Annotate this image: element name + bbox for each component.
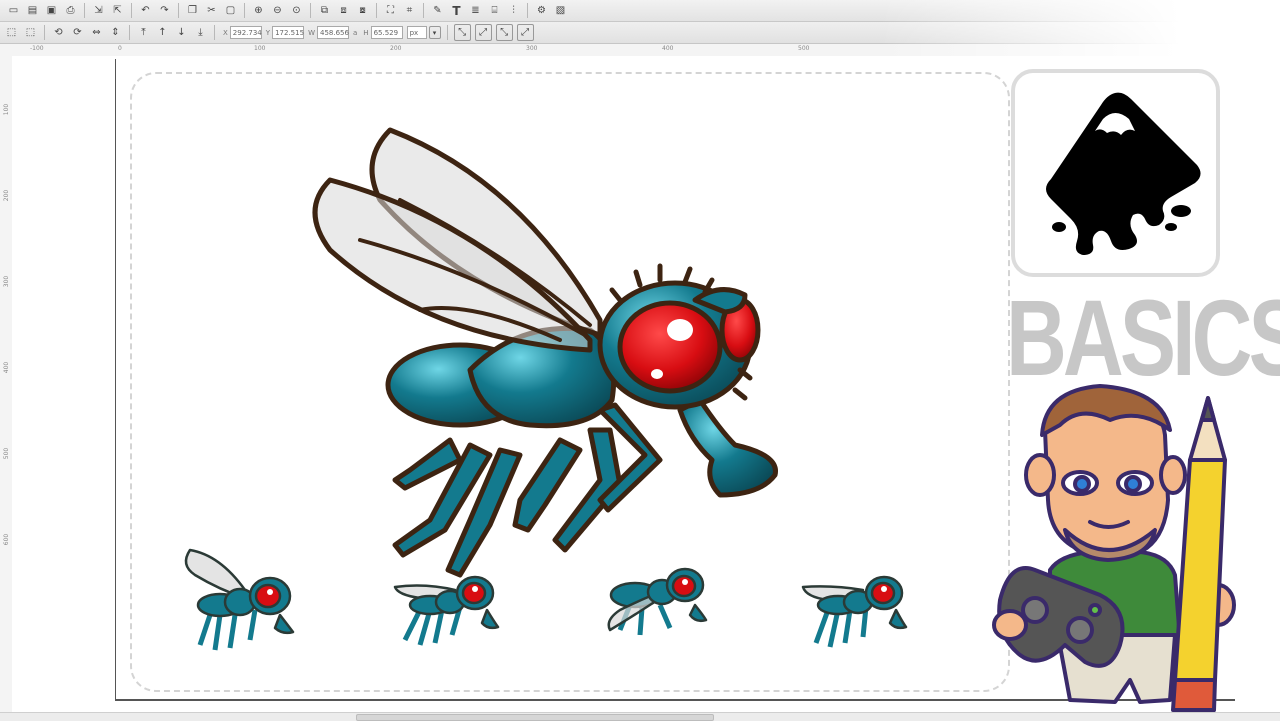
inkscape-logo-icon [1046, 92, 1201, 255]
small-fly-2[interactable] [390, 565, 510, 655]
small-fly-1[interactable] [175, 540, 305, 660]
cartoon-character [992, 384, 1236, 712]
thumbnail-fade-overlay [880, 0, 1280, 58]
small-fly-3[interactable] [600, 560, 720, 650]
small-fly-4[interactable] [798, 565, 918, 655]
inkscape-logo-frame [1011, 69, 1220, 277]
